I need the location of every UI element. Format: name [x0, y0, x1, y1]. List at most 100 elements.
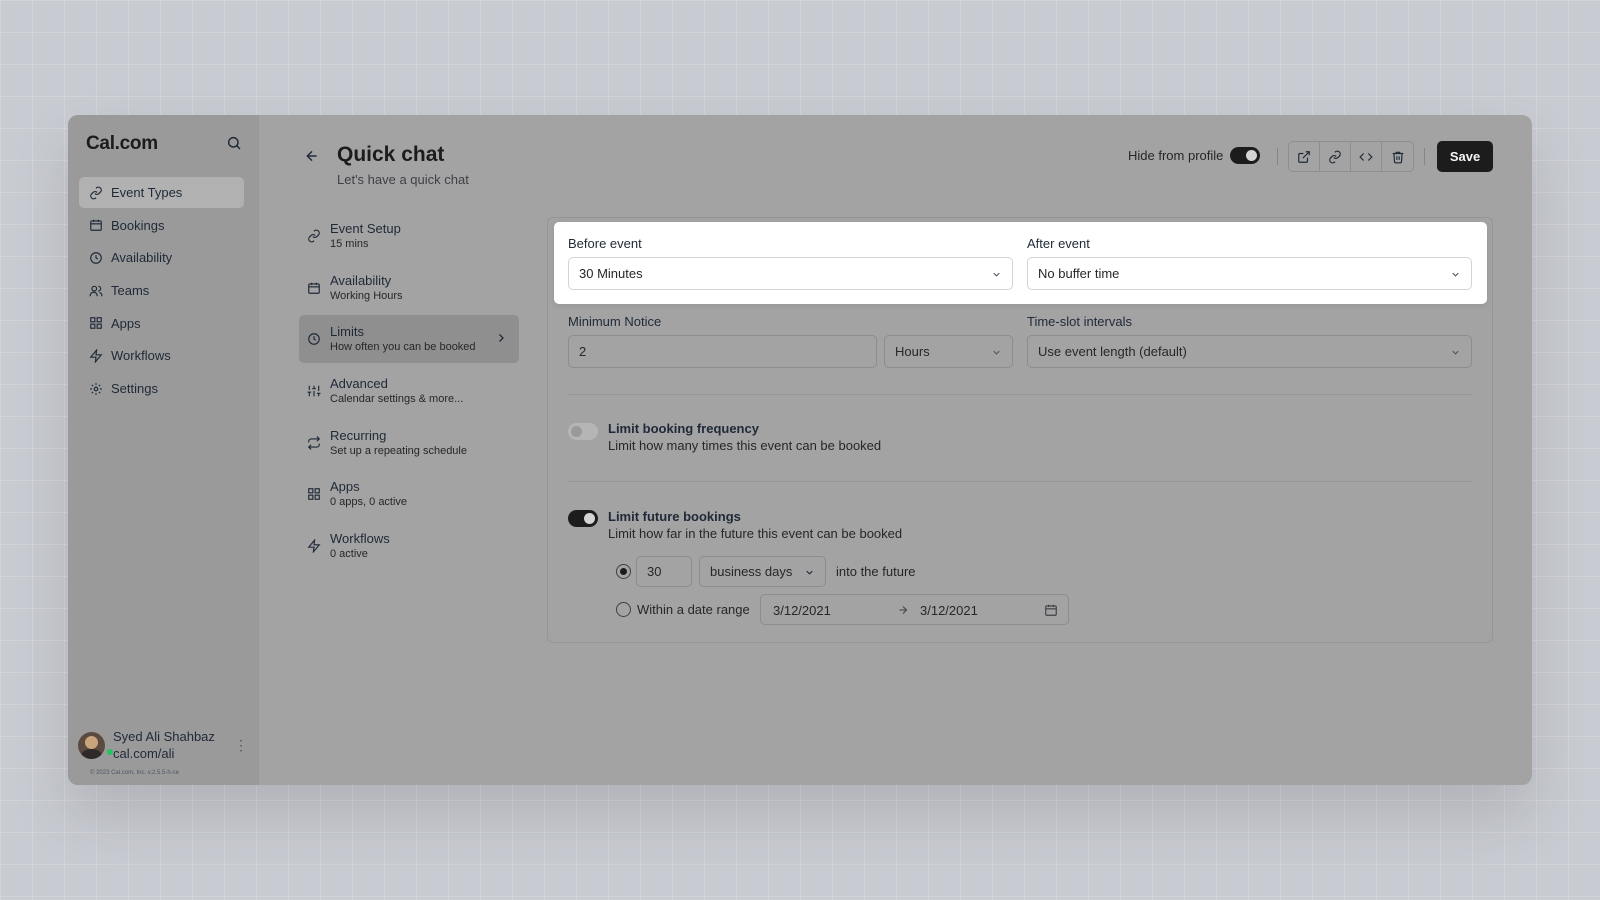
sidebar-item-apps[interactable]: Apps: [79, 308, 244, 339]
divider: [1424, 148, 1425, 165]
page-subtitle: Let's have a quick chat: [337, 172, 469, 187]
tab-title: Advanced: [330, 376, 388, 392]
booking-frequency-desc: Limit how many times this event can be b…: [608, 438, 882, 453]
chevron-right-icon: [499, 334, 504, 343]
preview-button[interactable]: [1289, 142, 1320, 171]
into-the-future-label: into the future: [836, 564, 916, 579]
sidebar-item-label: Event Types: [111, 185, 183, 200]
before-event-label: Before event: [568, 236, 642, 251]
link-icon: [90, 186, 102, 199]
tab-title: Workflows: [330, 531, 390, 547]
search-icon[interactable]: [226, 135, 242, 151]
sidebar-item-settings[interactable]: Settings: [79, 373, 244, 404]
sidebar-item-label: Apps: [111, 315, 141, 331]
zap-icon: [307, 539, 321, 554]
repeat-icon: [307, 435, 321, 450]
tab-apps[interactable]: Apps 0 apps, 0 active: [299, 470, 519, 518]
divider: [568, 481, 1473, 482]
tab-event-setup[interactable]: Event Setup 15 mins: [299, 212, 519, 260]
future-days-input[interactable]: 30: [636, 556, 692, 587]
minimum-notice-unit-select[interactable]: Hours: [884, 335, 1013, 368]
minimum-notice-label: Minimum Notice: [568, 314, 662, 329]
external-link-icon: [1298, 150, 1310, 163]
select-value: Use event length (default): [1038, 344, 1187, 359]
future-bookings-title: Limit future bookings: [608, 509, 741, 524]
tab-workflows[interactable]: Workflows 0 active: [299, 522, 519, 570]
sidebar-item-label: Settings: [111, 381, 158, 397]
save-button[interactable]: Save: [1437, 141, 1493, 172]
tab-description: Calendar settings & more...: [330, 393, 464, 406]
tab-title: Recurring: [330, 427, 387, 443]
sidebar-item-availability[interactable]: Availability: [79, 242, 244, 273]
back-arrow-icon[interactable]: [304, 148, 320, 164]
divider: [568, 394, 1473, 395]
time-slot-label: Time-slot intervals: [1027, 314, 1132, 329]
trash-icon: [1392, 151, 1403, 163]
tab-description: 0 active: [330, 548, 368, 561]
date-range-radio[interactable]: [616, 602, 631, 617]
sidebar-item-label: Workflows: [111, 348, 171, 364]
hide-from-profile: Hide from profile: [1128, 147, 1261, 164]
tab-title: Event Setup: [330, 221, 401, 236]
tab-availability[interactable]: Availability Working Hours: [299, 264, 519, 312]
delete-button[interactable]: [1382, 142, 1413, 171]
calendar-icon: [90, 219, 102, 232]
users-icon: [89, 285, 103, 296]
select-value: 30 Minutes: [579, 266, 643, 281]
future-days-unit-select[interactable]: business days: [699, 556, 826, 587]
divider: [1277, 148, 1278, 165]
page-title: Quick chat: [337, 143, 445, 166]
online-status-dot: [106, 748, 114, 756]
select-value: Hours: [895, 344, 930, 359]
tab-limits[interactable]: Limits How often you can be booked: [299, 315, 519, 364]
link-icon: [308, 229, 320, 243]
zap-icon: [89, 348, 103, 363]
tab-title: Limits: [330, 324, 364, 340]
sidebar-item-bookings[interactable]: Bookings: [79, 210, 244, 241]
future-bookings-toggle[interactable]: [568, 510, 598, 527]
tab-description: 0 apps, 0 active: [330, 496, 408, 509]
user-profile[interactable]: Syed Ali Shahbaz cal.com/ali ⋮: [78, 727, 248, 763]
after-event-label: After event: [1027, 236, 1090, 251]
before-event-select[interactable]: 30 Minutes: [568, 257, 1013, 290]
chevron-down-icon: [1452, 272, 1459, 277]
copyright-text: © 2023 Cal.com, Inc. v.2.5.5-h-ce: [90, 770, 180, 776]
tab-advanced[interactable]: Advanced Calendar settings & more...: [299, 367, 519, 415]
embed-button[interactable]: [1351, 142, 1382, 171]
chevron-down-icon: [993, 350, 1000, 355]
minimum-notice-input[interactable]: 2: [568, 335, 877, 368]
sidebar-item-event-types[interactable]: Event Types: [79, 177, 244, 208]
chevron-down-icon: [1452, 350, 1459, 355]
tab-description: 15 mins: [330, 238, 369, 250]
tab-title: Apps: [330, 479, 360, 495]
gear-icon: [90, 382, 102, 395]
grid-icon: [90, 317, 102, 330]
hide-from-profile-toggle[interactable]: [1230, 147, 1261, 164]
link-icon: [1329, 150, 1341, 163]
code-icon: [1359, 152, 1373, 161]
booking-frequency-toggle[interactable]: [568, 423, 598, 440]
sidebar: Cal.com Event Types Bookings Availabilit…: [68, 115, 259, 785]
start-date: 3/12/2021: [773, 603, 831, 618]
action-button-group: [1288, 141, 1414, 172]
tab-recurring[interactable]: Recurring Set up a repeating schedule: [299, 419, 519, 467]
after-event-select[interactable]: No buffer time: [1027, 257, 1472, 290]
sidebar-item-label: Teams: [111, 283, 150, 299]
calendar-icon[interactable]: [1044, 603, 1058, 617]
avatar: [78, 731, 105, 759]
more-vertical-icon[interactable]: ⋮: [234, 737, 248, 754]
hide-from-profile-label: Hide from profile: [1128, 148, 1224, 163]
sidebar-item-workflows[interactable]: Workflows: [79, 340, 244, 371]
date-range-picker[interactable]: 3/12/2021 3/12/2021: [760, 594, 1069, 625]
app-logo[interactable]: Cal.com: [86, 133, 158, 155]
end-date: 3/12/2021: [920, 603, 978, 618]
copy-link-button[interactable]: [1320, 142, 1351, 171]
sidebar-item-teams[interactable]: Teams: [79, 275, 244, 306]
user-url: cal.com/ali: [113, 746, 175, 761]
future-days-radio[interactable]: [616, 564, 631, 579]
grid-icon: [308, 488, 320, 501]
time-slot-select[interactable]: Use event length (default): [1027, 335, 1472, 368]
select-value: No buffer time: [1038, 266, 1120, 281]
input-value: 2: [579, 344, 587, 359]
chevron-down-icon: [806, 570, 813, 575]
